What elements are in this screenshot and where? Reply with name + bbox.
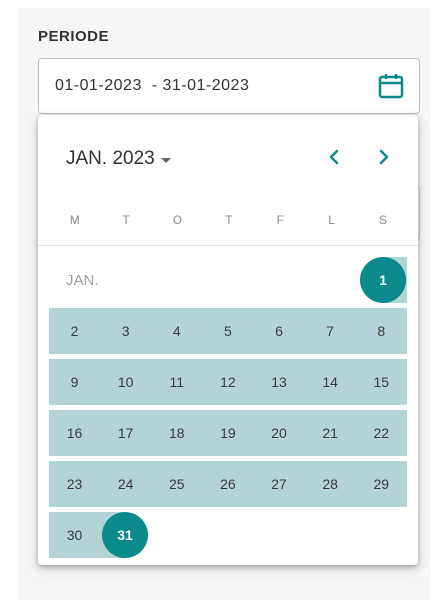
datepicker-popup: JAN. 2023 M T O T F L S JAN. 1 2 3 4 5 6… xyxy=(38,115,418,565)
weekday-label: F xyxy=(276,213,284,227)
prev-month-button[interactable] xyxy=(322,145,346,169)
day-cell[interactable]: 11 xyxy=(151,359,202,405)
weekday-label: S xyxy=(379,213,388,227)
week-row: 16 17 18 19 20 21 22 xyxy=(49,410,407,456)
day-cell[interactable]: 27 xyxy=(254,461,305,507)
day-cell[interactable]: 2 xyxy=(49,308,100,354)
day-cell[interactable]: 3 xyxy=(100,308,151,354)
day-cell[interactable]: 14 xyxy=(305,359,356,405)
day-cell[interactable]: 9 xyxy=(49,359,100,405)
week-row: 9 10 11 12 13 14 15 xyxy=(49,359,407,405)
weekday-label: T xyxy=(122,213,130,227)
divider xyxy=(38,245,418,246)
chevron-right-icon xyxy=(379,149,389,165)
selected-end-day[interactable]: 31 xyxy=(102,512,148,558)
month-year-selector[interactable]: JAN. 2023 xyxy=(66,148,171,170)
weekday-label: T xyxy=(225,213,233,227)
month-year-label: JAN. 2023 xyxy=(66,148,155,169)
day-cell[interactable]: 30 xyxy=(49,512,100,558)
weekday-header: M T O T F L S xyxy=(49,213,409,227)
selected-start-day[interactable]: 1 xyxy=(360,257,406,303)
day-cell[interactable]: 5 xyxy=(202,308,253,354)
day-cell[interactable]: 24 xyxy=(100,461,151,507)
month-short-label: JAN. xyxy=(66,272,99,289)
day-cell[interactable]: 15 xyxy=(356,359,407,405)
calendar-icon[interactable] xyxy=(377,72,405,100)
day-cell[interactable]: 22 xyxy=(356,410,407,456)
chevron-left-icon xyxy=(329,149,339,165)
week-row: 23 24 25 26 27 28 29 xyxy=(49,461,407,507)
day-cell[interactable]: 13 xyxy=(254,359,305,405)
day-cell[interactable]: 4 xyxy=(151,308,202,354)
day-cell[interactable]: 19 xyxy=(202,410,253,456)
next-month-button[interactable] xyxy=(372,145,396,169)
day-cell[interactable]: 18 xyxy=(151,410,202,456)
day-cell[interactable]: 23 xyxy=(49,461,100,507)
day-cell[interactable]: 10 xyxy=(100,359,151,405)
day-cell[interactable]: 25 xyxy=(151,461,202,507)
weekday-label: O xyxy=(172,213,183,227)
day-cell[interactable]: 8 xyxy=(356,308,407,354)
day-cell[interactable]: 6 xyxy=(254,308,305,354)
day-cell[interactable]: 7 xyxy=(305,308,356,354)
day-cell[interactable]: 17 xyxy=(100,410,151,456)
period-date-value: 01-01-2023 - 31-01-2023 xyxy=(55,77,250,94)
week-row: 2 3 4 5 6 7 8 xyxy=(49,308,407,354)
period-label: PERIODE xyxy=(38,28,110,45)
caret-down-icon xyxy=(160,157,171,163)
period-date-field[interactable]: 01-01-2023 - 31-01-2023 xyxy=(38,58,420,114)
weekday-label: M xyxy=(69,213,80,227)
weekday-label: L xyxy=(328,213,335,227)
day-cell[interactable]: 21 xyxy=(305,410,356,456)
day-cell[interactable]: 29 xyxy=(356,461,407,507)
day-cell[interactable]: 12 xyxy=(202,359,253,405)
day-cell[interactable]: 20 xyxy=(254,410,305,456)
day-cell[interactable]: 16 xyxy=(49,410,100,456)
day-cell[interactable]: 26 xyxy=(202,461,253,507)
day-cell[interactable]: 28 xyxy=(305,461,356,507)
